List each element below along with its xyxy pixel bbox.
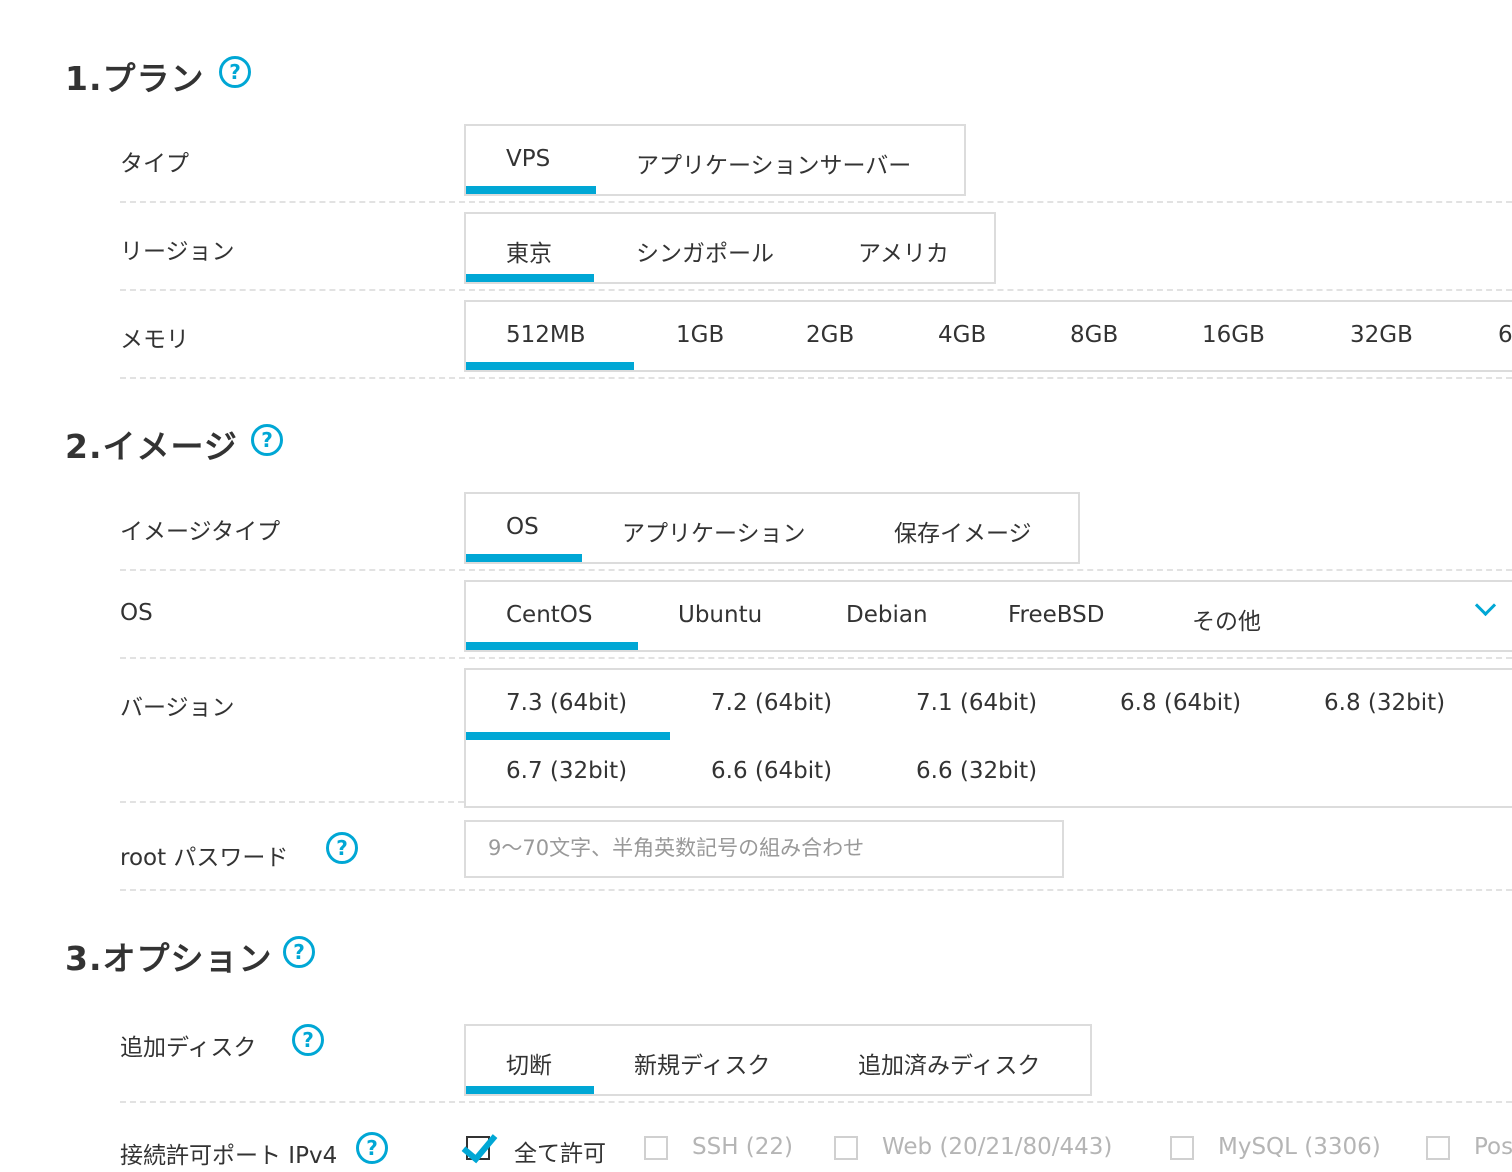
root-password-field-wrapper (464, 820, 1064, 878)
os-selected-indicator (466, 642, 638, 650)
image-type-option-saved-image[interactable]: 保存イメージ (894, 514, 1032, 548)
divider (120, 889, 1512, 891)
region-selector: 東京 シンガポール アメリカ (464, 212, 996, 284)
help-icon[interactable]: ? (326, 832, 358, 864)
section-title-image: 2.イメージ (65, 427, 238, 466)
divider (120, 801, 464, 803)
region-option-tokyo[interactable]: 東京 (506, 234, 552, 268)
memory-option-32gb[interactable]: 32GB (1350, 322, 1413, 348)
os-option-centos[interactable]: CentOS (506, 602, 593, 628)
region-label: リージョン (120, 239, 235, 265)
memory-selected-indicator (466, 362, 634, 370)
image-type-option-os[interactable]: OS (506, 514, 539, 540)
checkbox-web[interactable] (834, 1136, 858, 1160)
help-icon[interactable]: ? (292, 1024, 324, 1056)
divider (120, 569, 1512, 571)
help-icon[interactable]: ? (283, 936, 315, 968)
region-option-singapore[interactable]: シンガポール (636, 234, 774, 268)
disk-selector: 切断 新規ディスク 追加済みディスク (464, 1024, 1092, 1096)
checkmark-icon (461, 1125, 498, 1164)
checkbox-label-mysql: MySQL (3306) (1218, 1134, 1381, 1160)
memory-option-2gb[interactable]: 2GB (806, 322, 854, 348)
checkbox-mysql[interactable] (1170, 1136, 1194, 1160)
memory-option-512mb[interactable]: 512MB (506, 322, 586, 348)
os-option-ubuntu[interactable]: Ubuntu (678, 602, 762, 628)
help-icon[interactable]: ? (251, 424, 283, 456)
type-selected-indicator (466, 186, 596, 194)
disk-option-existing[interactable]: 追加済みディスク (858, 1046, 1040, 1080)
version-option-6-8-32[interactable]: 6.8 (32bit) (1324, 690, 1445, 716)
divider (120, 1101, 1512, 1103)
memory-selector: 512MB 1GB 2GB 4GB 8GB 16GB 32GB 6 (464, 300, 1512, 372)
type-option-vps[interactable]: VPS (506, 146, 550, 172)
type-option-app-server[interactable]: アプリケーションサーバー (636, 146, 911, 180)
help-icon[interactable]: ? (219, 56, 251, 88)
help-icon[interactable]: ? (356, 1132, 388, 1164)
disk-option-disconnect[interactable]: 切断 (506, 1046, 552, 1080)
memory-option-16gb[interactable]: 16GB (1202, 322, 1265, 348)
memory-option-partial[interactable]: 6 (1498, 322, 1512, 348)
version-option-7-3-64[interactable]: 7.3 (64bit) (506, 690, 627, 716)
checkbox-label-all: 全て許可 (514, 1141, 606, 1167)
version-option-7-1-64[interactable]: 7.1 (64bit) (916, 690, 1037, 716)
image-type-selected-indicator (466, 554, 582, 562)
checkbox-ssh[interactable] (644, 1136, 668, 1160)
divider (120, 377, 1512, 379)
root-password-label: root パスワード (120, 845, 289, 871)
section-title-plan: 1.プラン (65, 59, 205, 98)
os-selector: CentOS Ubuntu Debian FreeBSD その他 (464, 580, 1512, 652)
memory-option-8gb[interactable]: 8GB (1070, 322, 1118, 348)
version-option-6-7-32[interactable]: 6.7 (32bit) (506, 758, 627, 784)
root-password-input[interactable] (486, 822, 1050, 874)
os-option-freebsd[interactable]: FreeBSD (1008, 602, 1105, 628)
checkbox-label-web: Web (20/21/80/443) (882, 1134, 1113, 1160)
image-type-label: イメージタイプ (120, 519, 281, 545)
checkbox-all-ports[interactable] (461, 1125, 498, 1164)
checkbox-label-postgres: Pos (1474, 1134, 1512, 1160)
type-selector: VPS アプリケーションサーバー (464, 124, 966, 196)
region-option-america[interactable]: アメリカ (858, 234, 949, 268)
memory-option-4gb[interactable]: 4GB (938, 322, 986, 348)
version-option-7-2-64[interactable]: 7.2 (64bit) (711, 690, 832, 716)
memory-label: メモリ (120, 327, 189, 353)
type-label: タイプ (120, 151, 189, 177)
disk-option-new[interactable]: 新規ディスク (634, 1046, 770, 1080)
version-selected-indicator (466, 732, 670, 740)
image-type-option-application[interactable]: アプリケーション (622, 514, 806, 548)
divider (120, 289, 1512, 291)
os-option-debian[interactable]: Debian (846, 602, 928, 628)
checkbox-label-ssh: SSH (22) (692, 1134, 794, 1160)
image-type-selector: OS アプリケーション 保存イメージ (464, 492, 1080, 564)
disk-selected-indicator (466, 1086, 594, 1094)
disk-label: 追加ディスク (120, 1035, 257, 1061)
os-option-other[interactable]: その他 (1192, 602, 1261, 636)
os-label: OS (120, 600, 153, 626)
checkbox-postgres[interactable] (1426, 1136, 1450, 1160)
version-option-6-6-32[interactable]: 6.6 (32bit) (916, 758, 1037, 784)
ports-label: 接続許可ポート IPv4 (120, 1143, 338, 1169)
divider (120, 201, 1512, 203)
divider (120, 657, 1512, 659)
version-label: バージョン (120, 695, 235, 721)
version-option-6-6-64[interactable]: 6.6 (64bit) (711, 758, 832, 784)
version-option-6-8-64[interactable]: 6.8 (64bit) (1120, 690, 1241, 716)
section-title-options: 3.オプション (65, 939, 273, 978)
region-selected-indicator (466, 274, 594, 282)
version-selector: 7.3 (64bit) 7.2 (64bit) 7.1 (64bit) 6.8 … (464, 668, 1512, 808)
memory-option-1gb[interactable]: 1GB (676, 322, 724, 348)
